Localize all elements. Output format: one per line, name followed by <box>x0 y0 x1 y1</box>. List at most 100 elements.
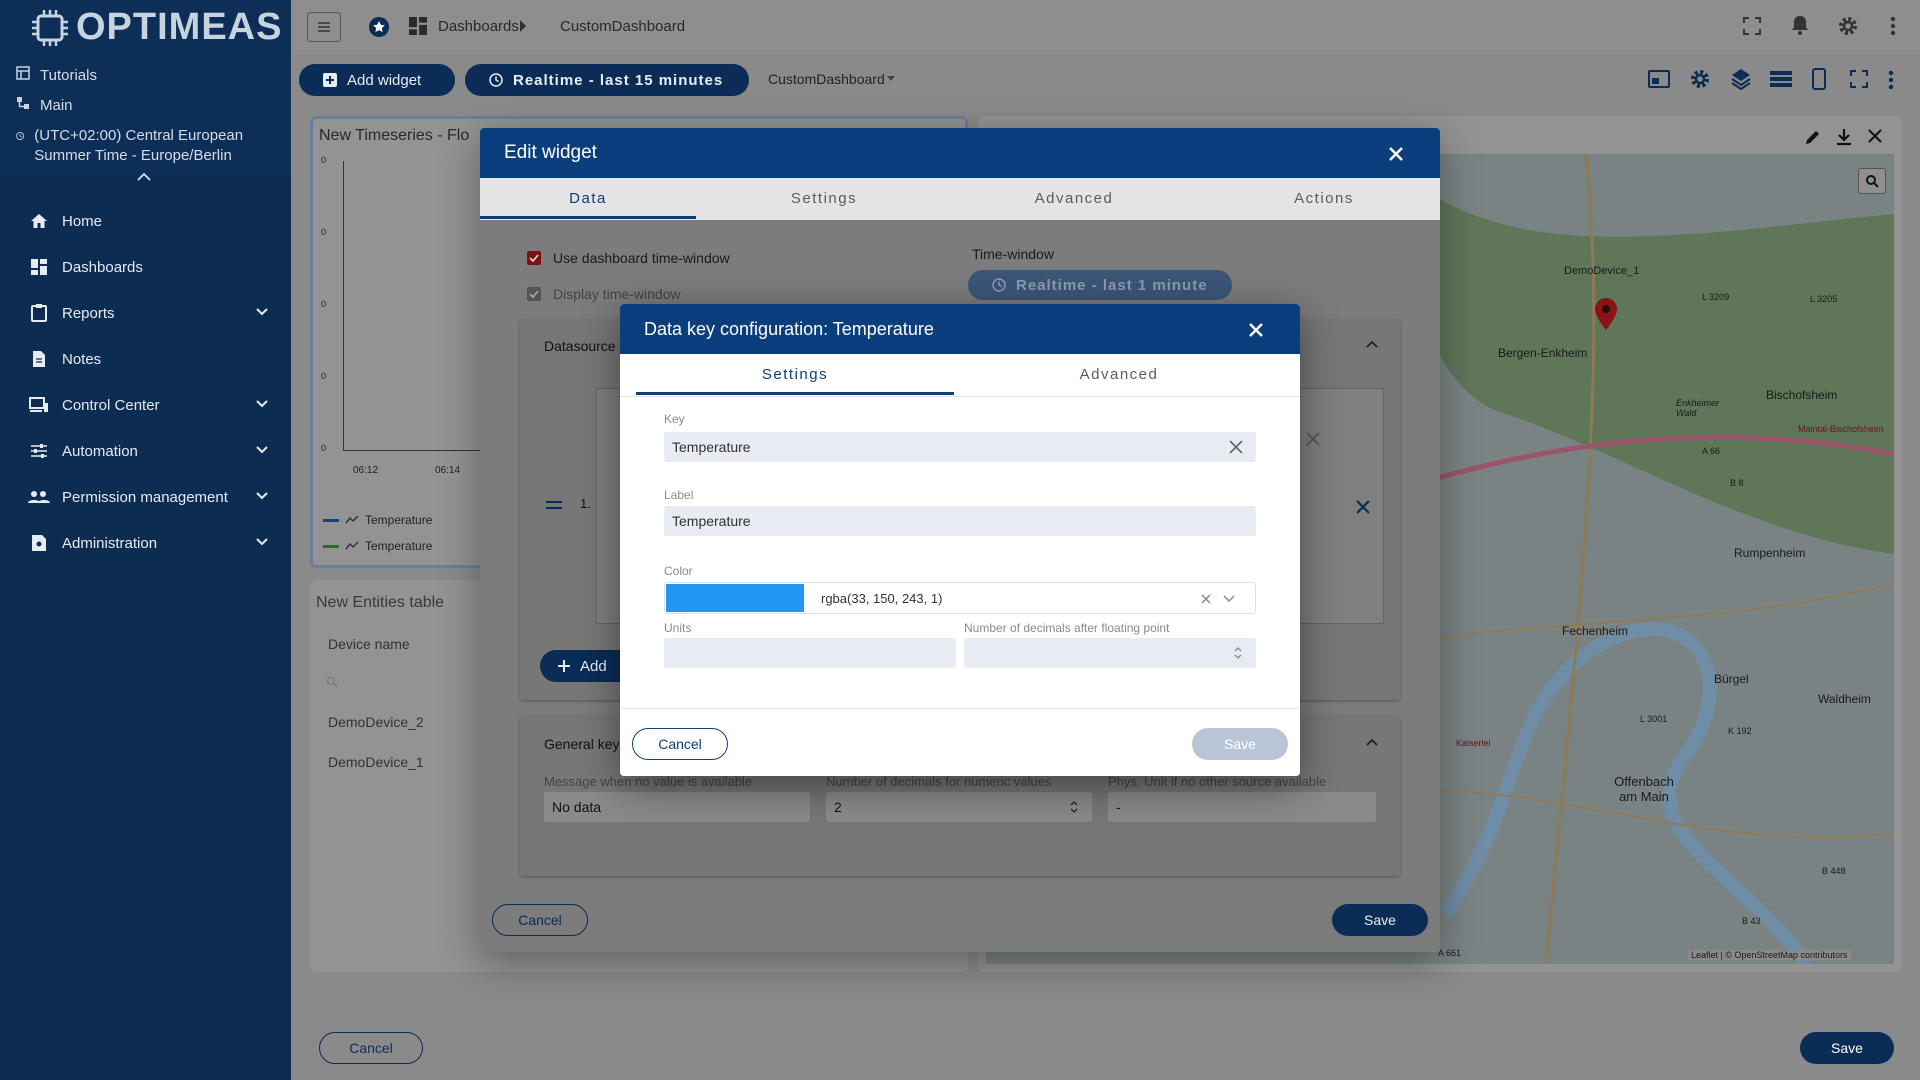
sidebar-item-automation[interactable]: Automation <box>0 428 291 474</box>
close-icon[interactable] <box>1868 129 1882 143</box>
layers-icon[interactable] <box>1731 68 1751 90</box>
add-box-icon <box>323 73 337 87</box>
legend-item[interactable]: Temperature <box>323 513 432 527</box>
time-window-value: Realtime - last 1 minute <box>1016 276 1208 294</box>
map-attribution[interactable]: Leaflet | © OpenStreetMap contributors <box>1688 950 1851 960</box>
sidebar-item-home[interactable]: Home <box>0 198 291 244</box>
gear-icon[interactable] <box>1837 15 1859 37</box>
map-marker-icon[interactable] <box>1595 298 1617 330</box>
drag-handle-icon[interactable] <box>546 500 562 510</box>
chevron-up-icon[interactable] <box>1366 738 1378 746</box>
tab-actions[interactable]: Actions <box>1216 190 1432 207</box>
use-dashboard-timewindow-checkbox[interactable]: Use dashboard time-window <box>527 250 730 266</box>
timezone-info: (UTC+02:00) Central European Summer Time… <box>16 126 276 166</box>
color-picker[interactable]: rgba(33, 150, 243, 1) <box>664 582 1256 614</box>
sidebar-item-administration[interactable]: Administration <box>0 520 291 566</box>
sidebar-item-dashboards[interactable]: Dashboards <box>0 244 291 290</box>
bell-icon[interactable] <box>1791 15 1809 35</box>
decimals-input[interactable] <box>964 638 1256 668</box>
close-icon[interactable] <box>1248 322 1264 338</box>
sidebar-item-notes[interactable]: Notes <box>0 336 291 382</box>
clear-icon[interactable] <box>1229 440 1243 454</box>
plus-icon <box>558 660 570 672</box>
display-timewindow-checkbox[interactable]: Display time-window <box>527 286 681 302</box>
datakey-save-button[interactable]: Save <box>1192 728 1288 760</box>
layout-icon[interactable] <box>1648 70 1670 88</box>
edit-icon[interactable] <box>1804 128 1822 146</box>
button-label: Save <box>1224 736 1256 752</box>
menu-toggle-button[interactable] <box>307 12 341 42</box>
tab-label: Settings <box>761 366 829 383</box>
dashboard-select[interactable]: CustomDashboard <box>768 71 895 87</box>
button-label: Save <box>1364 912 1396 928</box>
trend-icon <box>345 541 359 550</box>
sidebar-item-control-center[interactable]: Control Center <box>0 382 291 428</box>
tab-data[interactable]: Data <box>480 190 696 207</box>
more-vert-icon[interactable] <box>1888 70 1894 90</box>
table-row[interactable]: DemoDevice_1 <box>328 754 424 770</box>
sidebar-item-reports[interactable]: Reports <box>0 290 291 336</box>
download-icon[interactable] <box>1836 128 1852 146</box>
units-input[interactable] <box>664 638 956 668</box>
sidebar-item-permission-management[interactable]: Permission management <box>0 474 291 520</box>
field-label: Number of decimals after floating point <box>964 621 1170 635</box>
checkbox-label: Use dashboard time-window <box>553 250 730 266</box>
mobile-icon[interactable] <box>1812 68 1826 90</box>
sidebar-item-label: Control Center <box>62 396 160 414</box>
notes-icon <box>33 351 45 367</box>
no-data-message-input[interactable]: No data <box>544 792 810 822</box>
map-label: Bürgel <box>1714 672 1749 686</box>
more-vert-icon[interactable] <box>1890 16 1896 36</box>
breadcrumb-dashboards[interactable]: Dashboards <box>438 18 519 35</box>
footer-save-button[interactable]: Save <box>1800 1032 1894 1064</box>
logo[interactable]: OPTIMEAS <box>30 6 282 49</box>
search-icon[interactable] <box>326 676 338 688</box>
table-row[interactable]: DemoDevice_2 <box>328 714 424 730</box>
key-input[interactable]: Temperature <box>664 432 1256 462</box>
sidebar-item-label: Reports <box>62 304 115 322</box>
tab-settings[interactable]: Settings <box>636 366 954 383</box>
chevron-up-icon[interactable] <box>1366 340 1378 348</box>
datakey-cancel-button[interactable]: Cancel <box>632 728 728 760</box>
clear-icon[interactable] <box>1201 594 1211 604</box>
fullscreen-icon[interactable] <box>1850 70 1868 88</box>
edit-cancel-button[interactable]: Cancel <box>492 904 588 936</box>
x-tick: 06:12 <box>353 465 379 476</box>
table-view-icon[interactable] <box>1770 71 1792 87</box>
color-swatch[interactable] <box>666 584 804 612</box>
footer-save-label: Save <box>1831 1040 1863 1056</box>
tab-advanced[interactable]: Advanced <box>960 366 1278 383</box>
edit-save-button[interactable]: Save <box>1332 904 1428 936</box>
collapse-chevron-icon[interactable] <box>136 172 152 182</box>
tab-settings[interactable]: Settings <box>716 190 932 207</box>
tab-label: Advanced <box>1079 366 1159 383</box>
add-widget-button[interactable]: Add widget <box>299 64 455 96</box>
phys-unit-input[interactable]: - <box>1108 792 1376 822</box>
map-label: Bischofsheim <box>1766 388 1838 402</box>
realtime-button[interactable]: Realtime - last 15 minutes <box>465 64 749 96</box>
field-value: Temperature <box>672 439 751 455</box>
stepper-icon[interactable] <box>1234 646 1242 660</box>
fullscreen-icon[interactable] <box>1743 17 1761 35</box>
close-icon[interactable] <box>1388 146 1404 162</box>
legend-item[interactable]: Temperature <box>323 539 432 553</box>
remove-datasource-icon[interactable] <box>1356 500 1370 514</box>
chevron-down-icon[interactable] <box>1223 595 1235 603</box>
tutorials-link[interactable]: Tutorials <box>16 66 97 86</box>
footer-cancel-button[interactable]: Cancel <box>319 1032 423 1064</box>
legend-swatch <box>323 518 339 522</box>
time-window-button[interactable]: Realtime - last 1 minute <box>968 270 1232 300</box>
main-link[interactable]: Main <box>16 96 73 116</box>
label-input[interactable]: Temperature <box>664 506 1256 536</box>
map-search-button[interactable] <box>1858 168 1886 194</box>
sliders-icon <box>31 444 47 458</box>
sidebar-item-label: Dashboards <box>62 258 143 276</box>
stepper-icon[interactable] <box>1070 800 1078 814</box>
dashboards-icon <box>409 17 427 35</box>
tab-advanced[interactable]: Advanced <box>966 190 1182 207</box>
star-icon[interactable] <box>368 16 390 38</box>
close-icon[interactable] <box>1306 432 1320 446</box>
column-header[interactable]: Device name <box>328 636 410 652</box>
settings-icon[interactable] <box>1689 68 1711 90</box>
decimals-input[interactable]: 2 <box>826 792 1092 822</box>
